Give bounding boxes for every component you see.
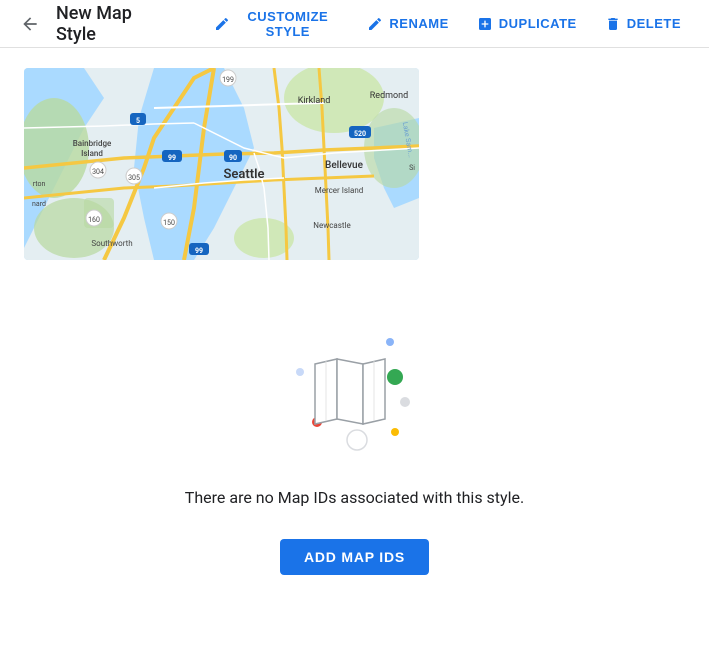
customize-style-button[interactable]: CUSTOMIZE STYLE — [202, 3, 351, 45]
svg-text:Mercer Island: Mercer Island — [315, 186, 364, 195]
svg-text:99: 99 — [168, 154, 176, 162]
header: New Map Style CUSTOMIZE STYLE RENAME — [0, 0, 709, 48]
header-actions: CUSTOMIZE STYLE RENAME DUPLICATE — [202, 3, 693, 45]
map-preview: 5 90 520 99 99 160 305 150 199 304 Bainb… — [24, 68, 419, 260]
svg-text:199: 199 — [222, 76, 234, 84]
trash-icon — [605, 16, 621, 32]
svg-text:nard: nard — [32, 200, 46, 208]
rename-icon — [367, 16, 383, 32]
svg-text:Bellevue: Bellevue — [325, 160, 364, 171]
svg-text:520: 520 — [354, 130, 366, 138]
svg-text:160: 160 — [88, 216, 100, 224]
svg-text:5: 5 — [136, 117, 140, 125]
duplicate-label: DUPLICATE — [499, 16, 577, 31]
svg-text:90: 90 — [229, 154, 237, 162]
svg-text:Newcastle: Newcastle — [313, 221, 350, 230]
map-illustration — [275, 312, 435, 472]
page-title: New Map Style — [56, 3, 170, 45]
empty-message: There are no Map IDs associated with thi… — [185, 488, 524, 507]
svg-text:150: 150 — [163, 219, 175, 227]
svg-text:99: 99 — [195, 247, 203, 255]
svg-text:Kirkland: Kirkland — [298, 96, 331, 106]
back-button[interactable] — [16, 10, 44, 38]
arrow-left-icon — [20, 14, 40, 34]
svg-text:Bainbridge: Bainbridge — [73, 139, 112, 148]
rename-label: RENAME — [389, 16, 448, 31]
customize-style-icon — [214, 16, 230, 32]
duplicate-icon — [477, 16, 493, 32]
customize-style-label: CUSTOMIZE STYLE — [236, 9, 339, 39]
empty-state: There are no Map IDs associated with thi… — [24, 292, 685, 615]
duplicate-button[interactable]: DUPLICATE — [465, 10, 589, 38]
add-map-ids-button[interactable]: ADD MAP IDS — [280, 539, 429, 575]
illustration-svg — [275, 312, 435, 472]
svg-text:Seattle: Seattle — [223, 167, 264, 182]
svg-text:Island: Island — [81, 149, 103, 158]
svg-text:304: 304 — [92, 168, 104, 176]
main-content: 5 90 520 99 99 160 305 150 199 304 Bainb… — [0, 48, 709, 635]
delete-label: DELETE — [627, 16, 681, 31]
svg-text:Si: Si — [409, 164, 415, 172]
svg-text:305: 305 — [128, 174, 140, 182]
map-preview-svg: 5 90 520 99 99 160 305 150 199 304 Bainb… — [24, 68, 419, 260]
svg-text:rton: rton — [33, 180, 46, 188]
svg-text:Redmond: Redmond — [370, 91, 408, 101]
delete-button[interactable]: DELETE — [593, 10, 693, 38]
svg-text:Southworth: Southworth — [91, 239, 132, 248]
rename-button[interactable]: RENAME — [355, 10, 460, 38]
